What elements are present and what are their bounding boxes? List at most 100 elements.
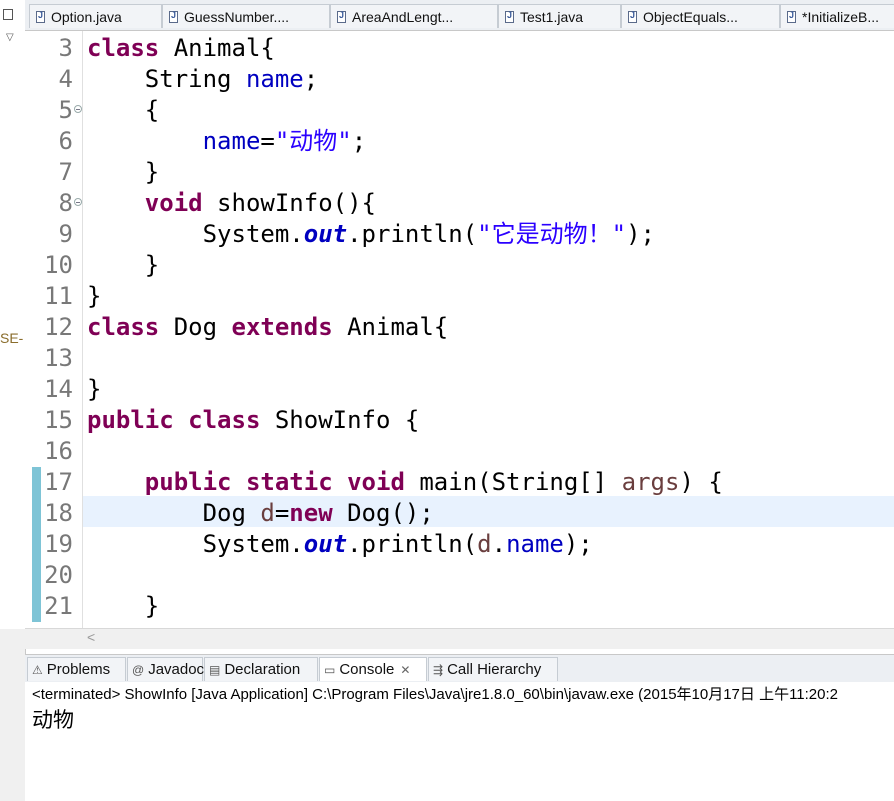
code-token: d bbox=[477, 530, 492, 558]
code-line[interactable]: class Dog extends Animal{ bbox=[87, 312, 448, 343]
change-marker bbox=[32, 467, 41, 498]
code-line[interactable]: public static void main(String[] args) { bbox=[87, 467, 723, 498]
console-output: 动物 bbox=[32, 708, 74, 732]
problems-icon: ⚠ bbox=[32, 662, 43, 677]
code-line[interactable]: System.out.println("它是动物！"); bbox=[87, 219, 655, 250]
editor-tab[interactable]: Option.java bbox=[29, 4, 162, 28]
view-tab[interactable]: @ Javadoc bbox=[127, 657, 204, 681]
editor-tab[interactable]: AreaAndLengt... bbox=[330, 4, 498, 28]
gutter-line: 11 bbox=[25, 281, 82, 312]
editor-tab-label: Option.java bbox=[51, 8, 122, 25]
gutter-line: 21 bbox=[25, 591, 82, 622]
console-view[interactable]: <terminated> ShowInfo [Java Application]… bbox=[25, 682, 894, 801]
view-tab[interactable]: ▭ Console ✕ bbox=[319, 657, 427, 681]
view-tab-label: Console bbox=[339, 661, 395, 678]
code-line[interactable]: class Animal{ bbox=[87, 33, 275, 64]
line-number: 20 bbox=[44, 561, 73, 589]
line-number: 9 bbox=[58, 220, 73, 248]
code-line[interactable]: } bbox=[87, 157, 159, 188]
gutter-line: 12 bbox=[25, 312, 82, 343]
editor-tab[interactable]: Test1.java bbox=[498, 4, 621, 28]
editor-tab-label: ObjectEquals... bbox=[643, 8, 738, 25]
code-token: void bbox=[144, 189, 203, 217]
code-line[interactable]: } bbox=[87, 281, 101, 312]
java-file-icon bbox=[787, 10, 796, 23]
view-tab-label: Problems bbox=[46, 661, 111, 678]
editor-tab[interactable]: *InitializeB... bbox=[780, 4, 894, 28]
code-line[interactable]: } bbox=[87, 250, 159, 281]
restore-icon[interactable] bbox=[3, 9, 13, 20]
code-line[interactable]: System.out.println(d.name); bbox=[87, 529, 593, 560]
java-file-icon bbox=[36, 10, 45, 23]
code-token: ShowInfo { bbox=[260, 406, 420, 434]
code-line[interactable]: void showInfo(){ bbox=[87, 188, 376, 219]
scroll-left-icon[interactable]: < bbox=[87, 629, 95, 645]
line-number: 11 bbox=[44, 282, 73, 310]
fold-toggle-icon[interactable] bbox=[74, 198, 82, 206]
code-token: extends bbox=[231, 313, 333, 341]
code-line[interactable]: public class ShowInfo { bbox=[87, 405, 419, 436]
code-token: { bbox=[87, 96, 160, 124]
editor-tab-label: AreaAndLengt... bbox=[352, 8, 454, 25]
gutter-line: 18 bbox=[25, 498, 82, 529]
gutter-line: 14 bbox=[25, 374, 82, 405]
fold-toggle-icon[interactable] bbox=[74, 105, 82, 113]
code-token: Animal{ bbox=[159, 34, 275, 62]
code-line[interactable]: } bbox=[87, 374, 101, 405]
editor-tab-bar: Option.java GuessNumber.... AreaAndLengt..… bbox=[25, 0, 894, 31]
line-number: 19 bbox=[44, 530, 73, 558]
code-line[interactable]: String name; bbox=[87, 64, 318, 95]
view-tab-label: Call Hierarchy bbox=[447, 661, 542, 678]
gutter-line: 17 bbox=[25, 467, 82, 498]
code-token: String bbox=[87, 65, 246, 93]
line-number: 15 bbox=[44, 406, 73, 434]
code-token: Dog(); bbox=[332, 499, 434, 527]
view-tab[interactable]: ⚠ Problems bbox=[27, 657, 126, 681]
view-tab[interactable]: ⇶ Call Hierarchy bbox=[428, 657, 558, 681]
gutter-line: 10 bbox=[25, 250, 82, 281]
view-menu-icon[interactable]: ▽ bbox=[6, 32, 14, 43]
code-token: } bbox=[87, 375, 102, 403]
gutter-line: 15 bbox=[25, 405, 82, 436]
code-line[interactable]: Dog d=new Dog(); bbox=[87, 498, 434, 529]
java-file-icon bbox=[169, 10, 178, 23]
code-editor[interactable]: 3 4 5 6 7 8 9 10 11 12 13 14 15 16 17 18 19 20 21 class An… bbox=[25, 31, 894, 628]
line-number: 17 bbox=[44, 468, 73, 496]
console-status: <terminated> ShowInfo [Java Application]… bbox=[32, 686, 839, 703]
code-token: args bbox=[621, 468, 680, 496]
editor-tab[interactable]: ObjectEquals... bbox=[621, 4, 780, 28]
gutter-line: 8 bbox=[25, 188, 82, 219]
horizontal-scrollbar[interactable]: < bbox=[25, 628, 894, 649]
code-token: } bbox=[87, 251, 160, 279]
declaration-icon: ▤ bbox=[209, 662, 221, 677]
code-line[interactable]: name="动物"; bbox=[87, 126, 367, 157]
javadoc-icon: @ bbox=[132, 662, 145, 677]
view-tab[interactable]: ▤ Declaration bbox=[204, 657, 318, 681]
code-line[interactable]: { bbox=[87, 95, 159, 126]
line-number: 21 bbox=[44, 592, 73, 620]
code-token: public bbox=[87, 406, 174, 434]
editor-tab[interactable]: GuessNumber.... bbox=[162, 4, 330, 28]
gutter-line: 5 bbox=[25, 95, 82, 126]
code-token: ) { bbox=[679, 468, 723, 496]
code-token: name bbox=[245, 65, 304, 93]
code-token: void bbox=[347, 468, 405, 496]
gutter-line: 7 bbox=[25, 157, 82, 188]
gutter-line: 9 bbox=[25, 219, 82, 250]
code-token: new bbox=[289, 499, 333, 527]
close-icon[interactable]: ✕ bbox=[400, 663, 410, 677]
code-line[interactable]: } bbox=[87, 591, 159, 622]
line-number: 14 bbox=[44, 375, 73, 403]
truncated-panel-text: SE- bbox=[0, 330, 24, 346]
line-number: 12 bbox=[44, 313, 73, 341]
code-token: } bbox=[87, 592, 160, 620]
code-token: = bbox=[274, 499, 290, 527]
view-tab-bar: ⚠ Problems @ Javadoc ▤ Declaration ▭ Console ✕ ⇶ C… bbox=[25, 654, 894, 683]
code-token: Animal{ bbox=[332, 313, 449, 341]
change-marker bbox=[32, 529, 41, 560]
code-token: d bbox=[260, 499, 275, 527]
